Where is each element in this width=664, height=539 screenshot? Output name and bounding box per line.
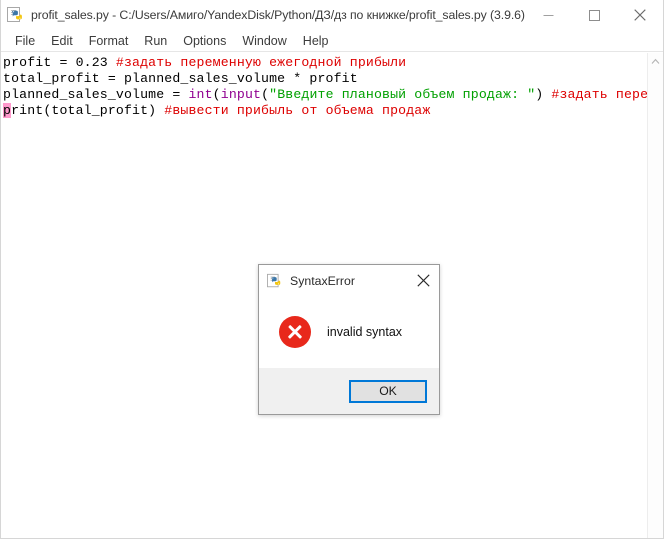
code-token-plain: ( (212, 87, 221, 102)
minimize-button[interactable] (525, 0, 571, 30)
window-titlebar: profit_sales.py - C:/Users/Амиго/YandexD… (1, 0, 663, 30)
dialog-title: SyntaxError (290, 273, 355, 288)
menu-item-window[interactable]: Window (234, 33, 294, 49)
maximize-button[interactable] (571, 0, 617, 30)
close-button[interactable] (617, 0, 663, 30)
code-line: print(total_profit) #вывести прибыль от … (3, 103, 647, 119)
code-token-string: "Введите плановый объем продаж: " (269, 87, 536, 102)
dialog-body: invalid syntax (259, 296, 439, 368)
menu-item-run[interactable]: Run (136, 33, 175, 49)
dialog-footer: OK (259, 368, 439, 414)
code-line: profit = 0.23 #задать переменную ежегодн… (3, 55, 647, 71)
close-icon (417, 274, 430, 287)
code-token-comment: #задать переменную ежегодной прибыли (115, 55, 407, 70)
code-token-error-highlight: p (3, 103, 12, 118)
scroll-up-arrow-icon[interactable] (648, 53, 663, 70)
code-token-plain: total_profit = planned_sales_volume * pr… (3, 71, 358, 86)
menu-item-help[interactable]: Help (295, 33, 337, 49)
code-token-plain: rint(total_profit) (11, 103, 165, 118)
menu-item-edit[interactable]: Edit (43, 33, 81, 49)
menu-item-options[interactable]: Options (175, 33, 234, 49)
dialog-message: invalid syntax (327, 325, 403, 339)
python-icon (267, 273, 283, 289)
dialog-close-button[interactable] (408, 265, 439, 296)
window-title: profit_sales.py - C:/Users/Амиго/YandexD… (31, 7, 525, 22)
code-token-plain: planned_sales_volume = (3, 87, 189, 102)
minimize-icon (543, 14, 553, 16)
code-token-builtin: input (220, 87, 262, 102)
code-token-builtin: int (188, 87, 213, 102)
vertical-scrollbar[interactable] (647, 53, 663, 538)
window-controls (525, 0, 663, 30)
code-token-plain: ) (535, 87, 552, 102)
error-circle-x-icon (279, 316, 311, 348)
maximize-icon (588, 9, 600, 21)
menu-item-format[interactable]: Format (81, 33, 137, 49)
code-token-plain: profit = 0.23 (3, 55, 116, 70)
code-token-plain: ( (261, 87, 270, 102)
code-token-comment: #вывести прибыль от объема продаж (164, 103, 431, 118)
python-icon (7, 6, 25, 24)
menubar: File Edit Format Run Options Window Help (1, 30, 663, 52)
idle-editor-window: profit_sales.py - C:/Users/Амиго/YandexD… (0, 0, 664, 539)
menu-item-file[interactable]: File (7, 33, 43, 49)
ok-button[interactable]: OK (349, 379, 427, 403)
code-token-comment: #задать пере (551, 87, 647, 102)
code-line: planned_sales_volume = int(input("Введит… (3, 87, 647, 103)
dialog-titlebar: SyntaxError (259, 265, 439, 296)
close-icon (634, 9, 646, 21)
syntax-error-dialog: SyntaxError invalid syntax OK (258, 264, 440, 415)
code-line: total_profit = planned_sales_volume * pr… (3, 71, 647, 87)
